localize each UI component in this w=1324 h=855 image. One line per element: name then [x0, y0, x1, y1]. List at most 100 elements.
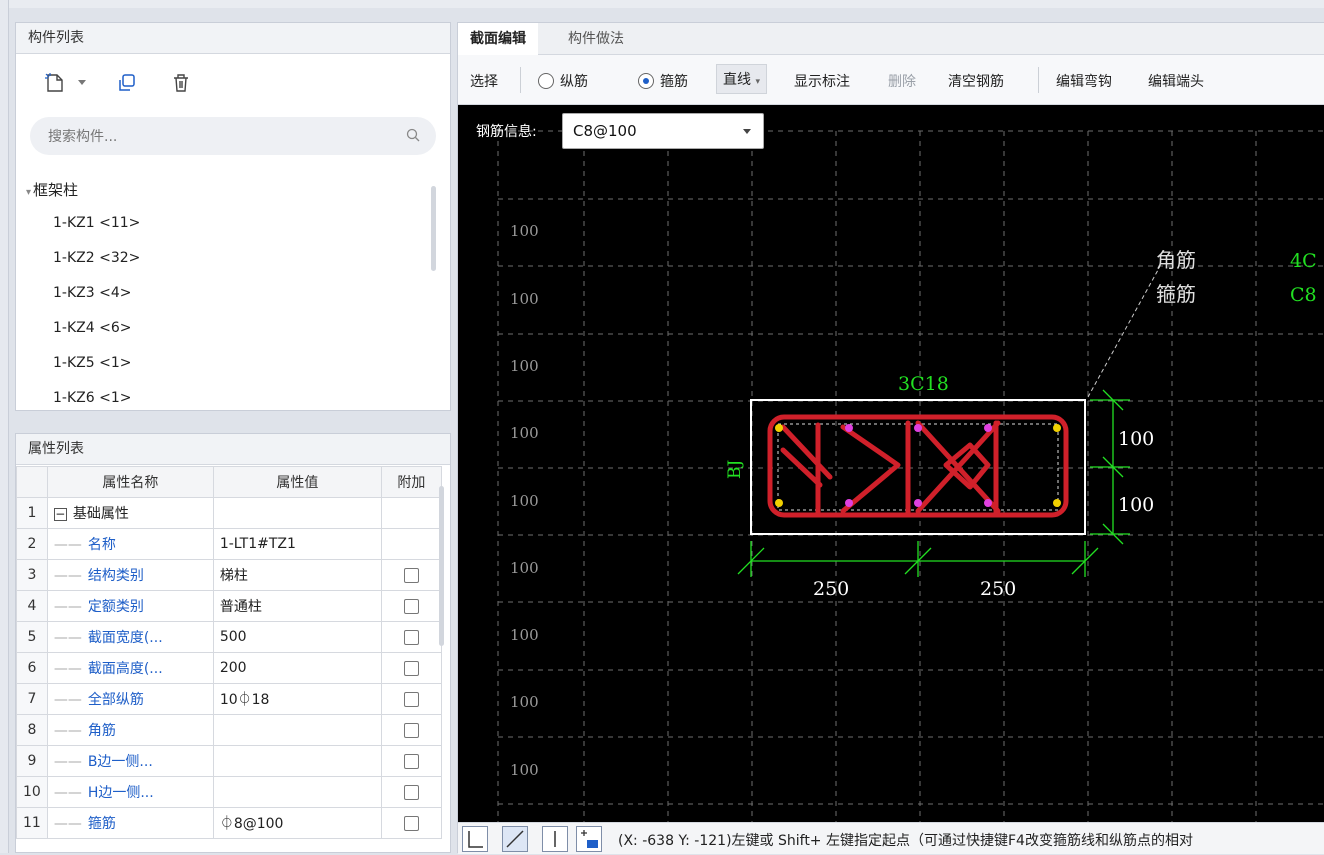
row-extra [380, 714, 442, 746]
table-row[interactable]: 6 —— 截面高度(... 200 [16, 652, 442, 684]
grid-label: 100 [510, 222, 539, 240]
table-row[interactable]: 2 —— 名称 1-LT1#TZ1 [16, 528, 442, 560]
header-num [16, 466, 48, 498]
status-bar: (X: -638 Y: -121)左键或 Shift+ 左键指定起点（可通过快捷… [458, 822, 1324, 854]
table-row[interactable]: 5 —— 截面宽度(... 500 [16, 621, 442, 653]
section-drawing[interactable]: 100 100 100 100 100 100 100 100 100 角筋 箍… [458, 105, 1324, 822]
tab-component-method[interactable]: 构件做法 [556, 23, 636, 55]
editor-tabs: 截面编辑 构件做法 [458, 23, 1324, 55]
row-value[interactable] [212, 714, 382, 746]
extra-checkbox[interactable] [403, 660, 419, 676]
extra-checkbox[interactable] [403, 629, 419, 645]
tab-section-edit[interactable]: 截面编辑 [458, 23, 538, 55]
row-value[interactable]: 1-LT1#TZ1 [212, 528, 382, 560]
rebar-info-select[interactable]: C8@100 [562, 113, 764, 149]
row-value[interactable]: 200 [212, 652, 382, 684]
collapse-arrow-icon[interactable]: ▾ [26, 187, 31, 198]
row-extra [380, 621, 442, 653]
edit-hook-button[interactable]: 编辑弯钩 [1056, 71, 1112, 91]
extra-checkbox[interactable] [403, 691, 419, 707]
header-value: 属性值 [212, 466, 382, 498]
tree-item[interactable]: 1-KZ1 <11> [53, 215, 140, 231]
tree-group-frame-column[interactable]: ▾ 框架柱 [26, 179, 78, 200]
tree-item[interactable]: 1-KZ6 <1> [53, 390, 131, 408]
property-list-panel: 属性列表 属性名称 属性值 附加 1 − 基础属性 2 —— 名称 1-LT1#TZ… [15, 433, 451, 853]
row-extra [380, 683, 442, 715]
row-extra [380, 528, 442, 560]
table-row[interactable]: 7 —— 全部纵筋 10⏀18 [16, 683, 442, 715]
corner-rebar-label: 角筋 [1156, 248, 1196, 272]
header-extra: 附加 [380, 466, 442, 498]
show-label-button[interactable]: 显示标注 [794, 71, 850, 91]
collapse-icon[interactable]: − [53, 507, 67, 521]
extra-checkbox[interactable] [403, 567, 419, 583]
row-name: —— 箍筋 [46, 807, 214, 839]
row-number: 6 [16, 652, 48, 684]
ortho-mode-button[interactable] [462, 826, 488, 852]
table-row[interactable]: 9 —— B边一侧... [16, 745, 442, 777]
tree-item[interactable]: 1-KZ3 <4> [53, 285, 131, 301]
search-icon[interactable] [406, 128, 420, 142]
row-name: —— 定额类别 [46, 590, 214, 622]
radio-off-icon [538, 73, 554, 89]
clear-rebar-button[interactable]: 清空钢筋 [948, 71, 1004, 91]
diagonal-icon [506, 830, 524, 848]
row-value[interactable] [212, 745, 382, 777]
component-toolbar [16, 54, 450, 114]
vertical-mode-button[interactable] [542, 826, 568, 852]
property-list-scrollbar[interactable] [439, 486, 444, 646]
table-row[interactable]: 4 —— 定额类别 普通柱 [16, 590, 442, 622]
row-number: 5 [16, 621, 48, 653]
snap-mode-button[interactable] [576, 826, 602, 852]
row-value[interactable]: 普通柱 [212, 590, 382, 622]
table-row[interactable]: 3 —— 结构类别 梯柱 [16, 559, 442, 591]
row-number: 11 [16, 807, 48, 839]
extra-checkbox[interactable] [403, 722, 419, 738]
row-value[interactable]: ⏀8@100 [212, 807, 382, 839]
chevron-down-icon [743, 129, 751, 134]
row-value[interactable] [212, 776, 382, 808]
top-rebar-label: 3C18 [898, 373, 949, 395]
component-search-input[interactable]: 搜索构件... [30, 117, 436, 155]
row-extra [380, 807, 442, 839]
row-name: —— 名称 [46, 528, 214, 560]
row-value[interactable]: 梯柱 [212, 559, 382, 591]
row-value [212, 497, 382, 529]
toolbar-divider [1038, 67, 1039, 93]
line-mode-dropdown[interactable]: 直线 ▾ [716, 64, 767, 94]
row-extra [380, 745, 442, 777]
left-border [0, 0, 9, 853]
side-label: BJ [725, 460, 745, 479]
extra-checkbox[interactable] [403, 753, 419, 769]
row-extra [380, 559, 442, 591]
longitudinal-radio[interactable]: 纵筋 [538, 71, 588, 91]
row-extra [380, 497, 442, 529]
drawing-canvas[interactable]: 100 100 100 100 100 100 100 100 100 角筋 箍… [458, 105, 1324, 822]
table-row[interactable]: 1 − 基础属性 [16, 497, 442, 529]
polar-mode-button[interactable] [502, 826, 528, 852]
row-value[interactable]: 500 [212, 621, 382, 653]
row-group-name[interactable]: − 基础属性 [46, 497, 214, 529]
delete-component-button[interactable] [166, 68, 196, 98]
table-row[interactable]: 8 —— 角筋 [16, 714, 442, 746]
extra-checkbox[interactable] [403, 815, 419, 831]
table-row[interactable]: 11 —— 箍筋 ⏀8@100 [16, 807, 442, 839]
grid-label: 100 [510, 492, 539, 510]
extra-checkbox[interactable] [403, 598, 419, 614]
table-row[interactable]: 10 —— H边一侧... [16, 776, 442, 808]
tree-item[interactable]: 1-KZ5 <1> [53, 355, 131, 371]
select-tool[interactable]: 选择 [470, 71, 498, 91]
new-dropdown-button[interactable] [74, 68, 90, 98]
edit-end-button[interactable]: 编辑端头 [1148, 71, 1204, 91]
tree-item[interactable]: 1-KZ4 <6> [53, 320, 131, 336]
stirrup-radio[interactable]: 箍筋 [638, 71, 688, 91]
row-number: 8 [16, 714, 48, 746]
copy-component-button[interactable] [112, 68, 142, 98]
row-value[interactable]: 10⏀18 [212, 683, 382, 715]
row-number: 7 [16, 683, 48, 715]
component-list-scrollbar[interactable] [431, 186, 436, 271]
new-component-button[interactable] [40, 68, 70, 98]
extra-checkbox[interactable] [403, 784, 419, 800]
tree-item[interactable]: 1-KZ2 <32> [53, 250, 140, 266]
delete-button[interactable]: 删除 [888, 71, 916, 91]
